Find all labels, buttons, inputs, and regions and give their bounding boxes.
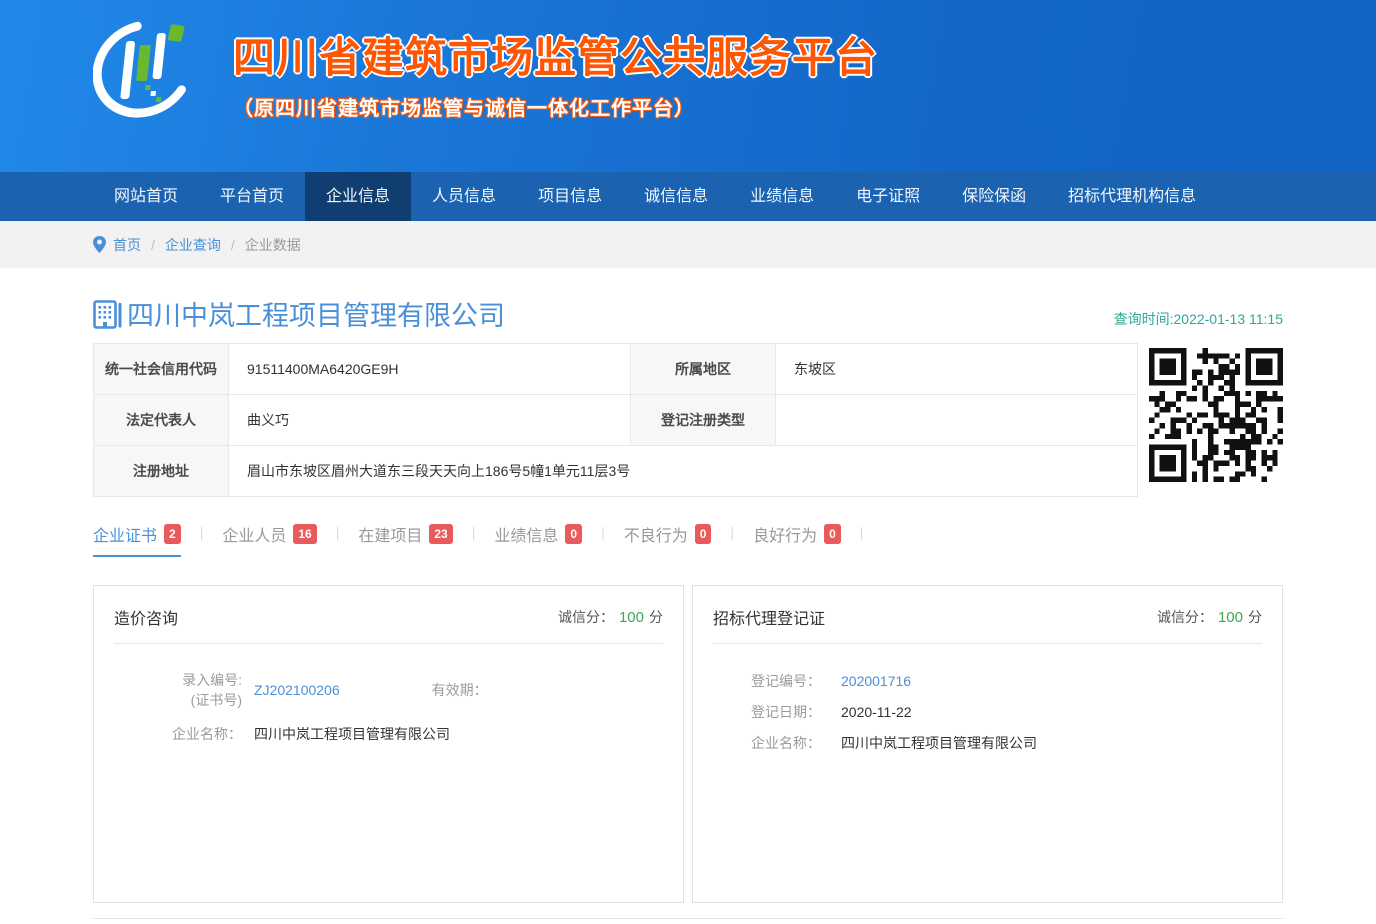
certificate-number-link[interactable]: ZJ202100206: [254, 682, 340, 698]
score-label: 诚信分：: [558, 609, 614, 625]
value-legal-representative: 曲义巧: [229, 395, 631, 446]
score-unit: 分: [649, 609, 663, 625]
nav-item-insurance-guarantee[interactable]: 保险保函: [941, 172, 1047, 221]
tab-label: 良好行为: [753, 522, 817, 546]
score-value: 100: [619, 609, 644, 626]
field-label-registration-date: 登记日期：: [751, 702, 831, 722]
field-value-company-name: 四川中岚工程项目管理有限公司: [254, 724, 450, 744]
credit-score: 诚信分： 100 分: [558, 607, 663, 627]
platform-logo-icon[interactable]: [93, 15, 205, 129]
field-label-entry-number: 录入编号: (证书号): [114, 670, 242, 710]
nav-item-platform-home[interactable]: 平台首页: [199, 172, 305, 221]
tab-label: 企业人员: [222, 522, 286, 546]
value-credit-code: 91511400MA6420GE9H: [229, 344, 631, 395]
breadcrumb-separator: /: [231, 237, 235, 253]
site-header: 四川省建筑市场监管公共服务平台 （原四川省建筑市场监管与诚信一体化工作平台）: [0, 0, 1376, 172]
breadcrumb-separator: /: [151, 237, 155, 253]
tab-label: 业绩信息: [494, 522, 558, 546]
nav-item-personnel-info[interactable]: 人员信息: [411, 172, 517, 221]
tab-divider: |: [336, 524, 340, 540]
table-row: 法定代表人 曲义巧 登记注册类型: [94, 395, 1138, 446]
card-title: 造价咨询: [114, 605, 178, 629]
tab-bad-behavior[interactable]: 不良行为 0: [624, 522, 712, 557]
table-row: 统一社会信用代码 91511400MA6420GE9H 所属地区 东坡区: [94, 344, 1138, 395]
tab-label: 在建项目: [358, 522, 422, 546]
card-cost-consulting: 造价咨询 诚信分： 100 分 录入编号: (证书号) ZJ202100206 有效…: [93, 585, 684, 903]
breadcrumb-bar: 首页 / 企业查询 / 企业数据: [0, 221, 1376, 268]
table-row: 注册地址 眉山市东坡区眉州大道东三段天天向上186号5幢1单元11层3号: [94, 446, 1138, 497]
breadcrumb-enterprise-search[interactable]: 企业查询: [165, 235, 221, 255]
value-registration-type: [776, 395, 1138, 446]
company-title: 四川中岚工程项目管理有限公司: [93, 294, 505, 333]
label-registration-type: 登记注册类型: [631, 395, 776, 446]
breadcrumb-home[interactable]: 首页: [113, 235, 141, 255]
count-badge: 2: [164, 524, 181, 544]
tab-divider: |: [730, 524, 734, 540]
site-title: 四川省建筑市场监管公共服务平台: [233, 24, 878, 85]
nav-item-e-certificate[interactable]: 电子证照: [835, 172, 941, 221]
main-content: 四川中岚工程项目管理有限公司 查询时间:2022-01-13 11:15 统一社…: [93, 294, 1283, 924]
bottom-divider: [93, 918, 1283, 924]
building-icon: [93, 298, 123, 330]
location-pin-icon: [93, 236, 106, 253]
tab-projects-under-construction[interactable]: 在建项目 23: [358, 522, 452, 557]
nav-item-bidding-agency-info[interactable]: 招标代理机构信息: [1047, 172, 1217, 221]
score-unit: 分: [1248, 609, 1262, 625]
company-name: 四川中岚工程项目管理有限公司: [127, 294, 505, 333]
registration-number-link[interactable]: 202001716: [841, 673, 911, 689]
field-label-company-name: 企业名称：: [114, 724, 242, 744]
card-bidding-agency-registration: 招标代理登记证 诚信分： 100 分 登记编号： 202001716 登记日期： 2…: [692, 585, 1283, 903]
tab-label: 企业证书: [93, 522, 157, 546]
credit-score: 诚信分： 100 分: [1157, 607, 1262, 627]
nav-item-enterprise-info[interactable]: 企业信息: [305, 172, 411, 221]
field-label-registration-number: 登记编号：: [751, 671, 831, 691]
label-region: 所属地区: [631, 344, 776, 395]
query-time: 查询时间:2022-01-13 11:15: [1114, 309, 1283, 333]
site-subtitle: （原四川省建筑市场监管与诚信一体化工作平台）: [233, 92, 878, 121]
tab-enterprise-personnel[interactable]: 企业人员 16: [222, 522, 316, 557]
count-badge: 0: [695, 524, 712, 544]
tabs-row: 企业证书 2 | 企业人员 16 | 在建项目 23 | 业绩信息 0 | 不良…: [93, 522, 1283, 557]
value-registered-address: 眉山市东坡区眉州大道东三段天天向上186号5幢1单元11层3号: [229, 446, 1138, 497]
tab-good-behavior[interactable]: 良好行为 0: [753, 522, 841, 557]
score-label: 诚信分：: [1157, 609, 1213, 625]
tab-divider: |: [601, 524, 605, 540]
field-value-company-name: 四川中岚工程项目管理有限公司: [841, 733, 1037, 753]
tab-enterprise-certificates[interactable]: 企业证书 2: [93, 522, 181, 557]
score-value: 100: [1218, 609, 1243, 626]
breadcrumb-current: 企业数据: [245, 235, 301, 255]
qr-code: [1149, 348, 1283, 482]
tab-divider: |: [860, 524, 864, 540]
company-info-table: 统一社会信用代码 91511400MA6420GE9H 所属地区 东坡区 法定代…: [93, 343, 1138, 497]
tab-performance-info[interactable]: 业绩信息 0: [494, 522, 582, 557]
count-badge: 16: [293, 524, 316, 544]
count-badge: 0: [565, 524, 582, 544]
breadcrumb: 首页 / 企业查询 / 企业数据: [93, 221, 1283, 268]
field-label-company-name: 企业名称：: [751, 733, 831, 753]
card-title: 招标代理登记证: [713, 605, 825, 629]
field-label-validity: 有效期：: [432, 680, 488, 700]
nav-item-site-home[interactable]: 网站首页: [93, 172, 199, 221]
label-registered-address: 注册地址: [94, 446, 229, 497]
site-title-block: 四川省建筑市场监管公共服务平台 （原四川省建筑市场监管与诚信一体化工作平台）: [233, 24, 878, 121]
nav-item-performance-info[interactable]: 业绩信息: [729, 172, 835, 221]
count-badge: 0: [824, 524, 841, 544]
tab-divider: |: [200, 524, 204, 540]
nav-item-project-info[interactable]: 项目信息: [517, 172, 623, 221]
count-badge: 23: [429, 524, 452, 544]
tab-divider: |: [472, 524, 476, 540]
label-legal-representative: 法定代表人: [94, 395, 229, 446]
main-nav: 网站首页 平台首页 企业信息 人员信息 项目信息 诚信信息 业绩信息 电子证照 …: [0, 172, 1376, 221]
value-region: 东坡区: [776, 344, 1138, 395]
field-value-registration-date: 2020-11-22: [841, 704, 912, 720]
tab-label: 不良行为: [624, 522, 688, 546]
label-credit-code: 统一社会信用代码: [94, 344, 229, 395]
nav-item-credit-info[interactable]: 诚信信息: [623, 172, 729, 221]
